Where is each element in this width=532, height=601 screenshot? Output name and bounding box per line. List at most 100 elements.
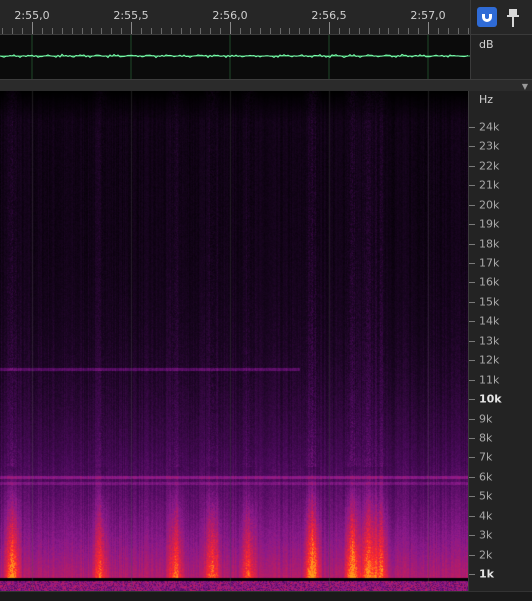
- frequency-tick: [469, 205, 475, 206]
- frequency-label: 19k: [479, 218, 499, 231]
- ruler-minor-tick: [309, 28, 310, 34]
- ruler-minor-tick: [270, 28, 271, 34]
- frequency-scale: Hz 24k 23k 22k 21k 20k 19k 18k 17k 16k 15k 14k 13k 1…: [468, 91, 532, 591]
- ruler-minor-tick: [250, 28, 251, 34]
- frequency-label: 20k: [479, 199, 499, 212]
- ruler-minor-tick: [240, 28, 241, 34]
- ruler-minor-tick: [72, 28, 73, 34]
- ruler-minor-tick: [2, 28, 3, 34]
- frequency-label: 16k: [479, 276, 499, 289]
- frequency-label: 9k: [479, 413, 492, 426]
- frequency-tick: [469, 574, 475, 575]
- ruler-minor-tick: [181, 28, 182, 34]
- frequency-label: 8k: [479, 432, 492, 445]
- waveform-scale: dB: [470, 35, 532, 79]
- hz-unit-label: Hz: [479, 93, 493, 106]
- ruler-minor-tick: [91, 28, 92, 34]
- ruler-minor-tick: [299, 28, 300, 34]
- frequency-label: 24k: [479, 121, 499, 134]
- pin-icon[interactable]: [506, 8, 520, 28]
- ruler-minor-tick: [369, 28, 370, 34]
- frequency-label: 21k: [479, 179, 499, 192]
- frequency-tick: [469, 457, 475, 458]
- ruler-minor-tick: [349, 28, 350, 34]
- frequency-label: 13k: [479, 335, 499, 348]
- frequency-tick: [469, 321, 475, 322]
- frequency-tick: [469, 302, 475, 303]
- frequency-label: 1k: [479, 568, 494, 581]
- waveform-track[interactable]: [0, 35, 470, 79]
- ruler-minor-tick: [22, 28, 23, 34]
- ruler-minor-tick: [260, 28, 261, 34]
- frequency-label: 5k: [479, 490, 492, 503]
- ruler-major-tick: [32, 22, 33, 34]
- time-label-5: 2:57,0: [410, 9, 445, 22]
- ruler-minor-tick: [190, 28, 191, 34]
- frequency-label: 11k: [479, 374, 499, 387]
- magnet-icon[interactable]: [477, 7, 497, 27]
- ruler-minor-tick: [52, 28, 53, 34]
- ruler-minor-tick: [42, 28, 43, 34]
- frequency-label: 7k: [479, 451, 492, 464]
- frequency-label: 23k: [479, 140, 499, 153]
- frequency-label: 3k: [479, 529, 492, 542]
- frequency-tick: [469, 282, 475, 283]
- frequency-tick: [469, 555, 475, 556]
- ruler-minor-tick: [458, 28, 459, 34]
- ruler-minor-tick: [468, 28, 469, 34]
- frequency-label: 12k: [479, 354, 499, 367]
- frequency-tick: [469, 166, 475, 167]
- ruler-minor-tick: [388, 28, 389, 34]
- frequency-tick: [469, 438, 475, 439]
- chevron-down-icon[interactable]: ▼: [522, 82, 528, 91]
- frequency-tick: [469, 146, 475, 147]
- frequency-tick: [469, 399, 475, 400]
- ruler-minor-tick: [200, 28, 201, 34]
- ruler-minor-tick: [319, 28, 320, 34]
- frequency-tick: [469, 341, 475, 342]
- spectrogram-canvas: [0, 91, 468, 591]
- frequency-tick: [469, 224, 475, 225]
- ruler-minor-tick: [280, 28, 281, 34]
- time-label-3: 2:56,0: [212, 9, 247, 22]
- frequency-label: 10k: [479, 393, 502, 406]
- ruler-minor-tick: [289, 28, 290, 34]
- frequency-tick: [469, 477, 475, 478]
- ruler-minor-tick: [379, 28, 380, 34]
- ruler-minor-tick: [398, 28, 399, 34]
- frequency-tick: [469, 380, 475, 381]
- frequency-label: 15k: [479, 296, 499, 309]
- ruler-minor-tick: [210, 28, 211, 34]
- ruler-major-tick: [131, 22, 132, 34]
- ruler-minor-tick: [220, 28, 221, 34]
- ruler-minor-tick: [171, 28, 172, 34]
- time-label-1: 2:55,0: [14, 9, 49, 22]
- frequency-label: 2k: [479, 549, 492, 562]
- ruler-minor-tick: [438, 28, 439, 34]
- ruler-major-tick: [230, 22, 231, 34]
- frequency-label: 17k: [479, 257, 499, 270]
- db-unit-label: dB: [479, 38, 494, 51]
- frequency-label: 4k: [479, 510, 492, 523]
- ruler-minor-tick: [448, 28, 449, 34]
- frequency-tick: [469, 244, 475, 245]
- frequency-tick: [469, 127, 475, 128]
- timeline-ruler[interactable]: 2:55,0 2:55,5 2:56,0 2:56,5 2:57,0: [0, 0, 470, 35]
- frequency-tick: [469, 263, 475, 264]
- ruler-minor-tick: [62, 28, 63, 34]
- waveform-signal: [0, 54, 468, 57]
- frequency-tick: [469, 360, 475, 361]
- spectrogram-view[interactable]: [0, 91, 468, 591]
- ruler-minor-tick: [111, 28, 112, 34]
- frequency-tick: [469, 535, 475, 536]
- ruler-minor-tick: [82, 28, 83, 34]
- ruler-minor-tick: [12, 28, 13, 34]
- time-label-2: 2:55,5: [113, 9, 148, 22]
- ruler-minor-tick: [418, 28, 419, 34]
- ruler-minor-tick: [141, 28, 142, 34]
- waveform-plot: [0, 35, 470, 79]
- view-toolbar: [470, 0, 532, 35]
- ruler-minor-tick: [151, 28, 152, 34]
- frequency-tick: [469, 516, 475, 517]
- frequency-tick: [469, 185, 475, 186]
